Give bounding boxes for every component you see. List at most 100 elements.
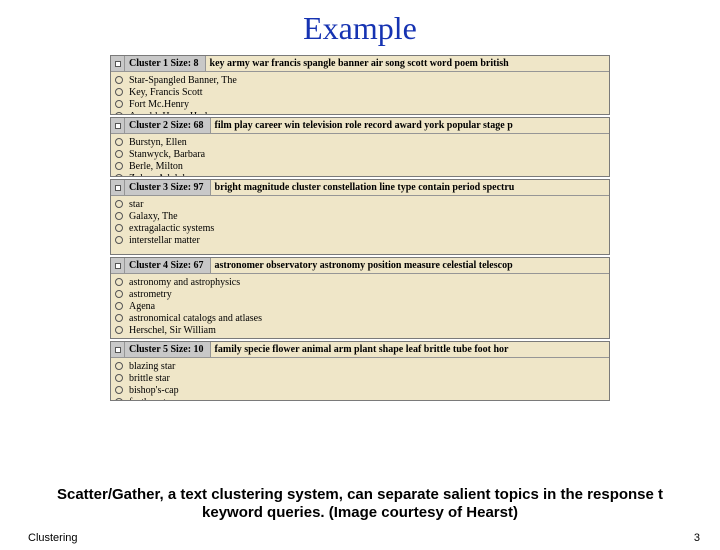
cluster-header[interactable]: Cluster 1 Size: 8 key army war francis s… xyxy=(111,56,609,72)
item-text: Zukor, Adolph xyxy=(129,173,188,177)
radio-icon xyxy=(115,162,123,170)
cluster-body: star Galaxy, The extragalactic systems i… xyxy=(111,196,609,254)
caption: Scatter/Gather, a text clustering system… xyxy=(0,486,720,522)
list-item[interactable]: Key, Francis Scott xyxy=(115,86,605,98)
cluster-keywords: bright magnitude cluster constellation l… xyxy=(211,180,609,195)
cluster-panel: Cluster 5 Size: 10 family specie flower … xyxy=(110,341,610,401)
item-text: Galaxy, The xyxy=(129,211,178,222)
item-text: feather star xyxy=(129,397,174,401)
cluster-body: astronomy and astrophysics astrometry Ag… xyxy=(111,274,609,338)
radio-icon xyxy=(115,386,123,394)
footer-left: Clustering xyxy=(28,532,78,544)
radio-icon xyxy=(115,398,123,400)
window-control-icon[interactable] xyxy=(111,180,125,195)
item-text: extragalactic systems xyxy=(129,223,214,234)
item-text: astrometry xyxy=(129,289,172,300)
window-control-icon[interactable] xyxy=(111,342,125,357)
list-item[interactable]: Stanwyck, Barbara xyxy=(115,148,605,160)
list-item[interactable]: Galaxy, The xyxy=(115,210,605,222)
cluster-keywords: family specie flower animal arm plant sh… xyxy=(211,342,609,357)
cluster-keywords: film play career win television role rec… xyxy=(211,118,609,133)
list-item[interactable]: blazing star xyxy=(115,360,605,372)
radio-icon xyxy=(115,200,123,208)
window-control-icon[interactable] xyxy=(111,118,125,133)
radio-icon xyxy=(115,112,123,114)
cluster-panel: Cluster 1 Size: 8 key army war francis s… xyxy=(110,55,610,115)
radio-icon xyxy=(115,100,123,108)
list-item[interactable]: Agena xyxy=(115,300,605,312)
cluster-body: blazing star brittle star bishop's-cap f… xyxy=(111,358,609,400)
list-item[interactable]: brittle star xyxy=(115,372,605,384)
list-item[interactable]: interstellar matter xyxy=(115,234,605,246)
cluster-label: Cluster 5 Size: 10 xyxy=(125,342,211,357)
item-text: astronomy and astrophysics xyxy=(129,277,240,288)
list-item[interactable]: bishop's-cap xyxy=(115,384,605,396)
item-text: Herschel, Sir William xyxy=(129,325,216,336)
item-text: Arnold, Henry Harley xyxy=(129,111,217,115)
caption-line-2: keyword queries. (Image courtesy of Hear… xyxy=(202,504,518,521)
list-item[interactable]: extragalactic systems xyxy=(115,222,605,234)
item-text: interstellar matter xyxy=(129,235,200,246)
radio-icon xyxy=(115,278,123,286)
cluster-label: Cluster 2 Size: 68 xyxy=(125,118,211,133)
list-item[interactable]: star xyxy=(115,198,605,210)
slide-title: Example xyxy=(0,10,720,47)
cluster-panel: Cluster 3 Size: 97 bright magnitude clus… xyxy=(110,179,610,255)
cluster-label: Cluster 4 Size: 67 xyxy=(125,258,211,273)
list-item[interactable]: Berle, Milton xyxy=(115,160,605,172)
list-item[interactable]: feather star xyxy=(115,396,605,400)
list-item[interactable]: astronomy and astrophysics xyxy=(115,276,605,288)
radio-icon xyxy=(115,326,123,334)
radio-icon xyxy=(115,236,123,244)
radio-icon xyxy=(115,224,123,232)
cluster-header[interactable]: Cluster 4 Size: 67 astronomer observator… xyxy=(111,258,609,274)
cluster-header[interactable]: Cluster 2 Size: 68 film play career win … xyxy=(111,118,609,134)
list-item[interactable]: Arnold, Henry Harley xyxy=(115,110,605,114)
item-text: Stanwyck, Barbara xyxy=(129,149,205,160)
item-text: Star-Spangled Banner, The xyxy=(129,75,237,86)
list-item[interactable]: Star-Spangled Banner, The xyxy=(115,74,605,86)
list-item[interactable]: Herschel, Sir William xyxy=(115,324,605,336)
cluster-body: Star-Spangled Banner, The Key, Francis S… xyxy=(111,72,609,114)
radio-icon xyxy=(115,174,123,176)
radio-icon xyxy=(115,76,123,84)
item-text: astronomical catalogs and atlases xyxy=(129,313,262,324)
radio-icon xyxy=(115,362,123,370)
radio-icon xyxy=(115,150,123,158)
list-item[interactable]: Burstyn, Ellen xyxy=(115,136,605,148)
radio-icon xyxy=(115,138,123,146)
cluster-header[interactable]: Cluster 3 Size: 97 bright magnitude clus… xyxy=(111,180,609,196)
cluster-label: Cluster 3 Size: 97 xyxy=(125,180,211,195)
cluster-panel: Cluster 2 Size: 68 film play career win … xyxy=(110,117,610,177)
cluster-panel: Cluster 4 Size: 67 astronomer observator… xyxy=(110,257,610,339)
cluster-label: Cluster 1 Size: 8 xyxy=(125,56,206,71)
radio-icon xyxy=(115,88,123,96)
item-text: Berle, Milton xyxy=(129,161,183,172)
item-text: brittle star xyxy=(129,373,170,384)
list-item[interactable]: Zukor, Adolph xyxy=(115,172,605,176)
radio-icon xyxy=(115,290,123,298)
list-item[interactable]: astronomical catalogs and atlases xyxy=(115,312,605,324)
item-text: Fort Mc.Henry xyxy=(129,99,189,110)
item-text: Burstyn, Ellen xyxy=(129,137,187,148)
scatter-gather-app: Cluster 1 Size: 8 key army war francis s… xyxy=(110,55,610,401)
cluster-header[interactable]: Cluster 5 Size: 10 family specie flower … xyxy=(111,342,609,358)
item-text: star xyxy=(129,199,143,210)
cluster-keywords: astronomer observatory astronomy positio… xyxy=(211,258,609,273)
list-item[interactable]: Fort Mc.Henry xyxy=(115,98,605,110)
radio-icon xyxy=(115,302,123,310)
list-item[interactable]: astrometry xyxy=(115,288,605,300)
caption-line-1: Scatter/Gather, a text clustering system… xyxy=(57,486,663,503)
radio-icon xyxy=(115,374,123,382)
item-text: blazing star xyxy=(129,361,175,372)
window-control-icon[interactable] xyxy=(111,56,125,71)
item-text: Agena xyxy=(129,301,155,312)
radio-icon xyxy=(115,212,123,220)
item-text: bishop's-cap xyxy=(129,385,179,396)
cluster-body: Burstyn, Ellen Stanwyck, Barbara Berle, … xyxy=(111,134,609,176)
window-control-icon[interactable] xyxy=(111,258,125,273)
cluster-keywords: key army war francis spangle banner air … xyxy=(206,56,609,71)
item-text: Key, Francis Scott xyxy=(129,87,203,98)
footer-page-number: 3 xyxy=(694,532,700,544)
radio-icon xyxy=(115,314,123,322)
